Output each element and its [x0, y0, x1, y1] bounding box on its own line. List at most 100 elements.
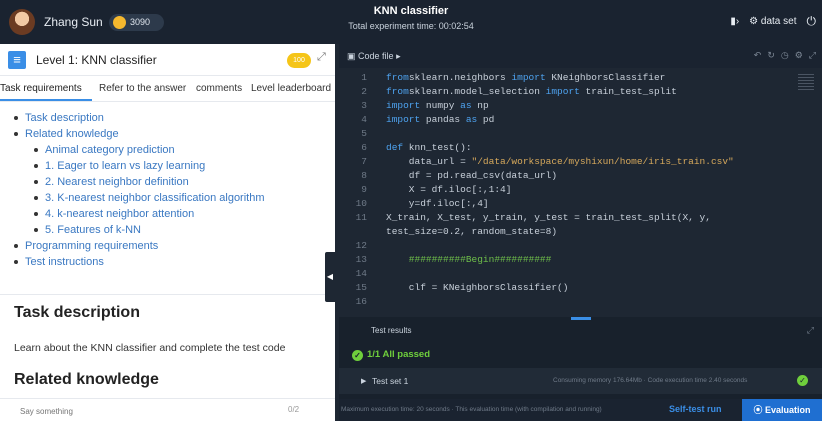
code-token: np [471, 100, 489, 111]
code-line[interactable]: 14 [339, 267, 822, 281]
comment-input[interactable] [20, 404, 310, 418]
toc-item[interactable]: 5. Features of k-NN [34, 222, 265, 238]
code-file-tab[interactable]: ▣ Code file ▸ [347, 51, 401, 62]
bullet-icon [14, 244, 18, 248]
level-title: Level 1: KNN classifier [36, 53, 157, 67]
history-icon[interactable]: ◷ [781, 50, 789, 61]
tab-task-requirements[interactable]: Task requirements [0, 83, 82, 94]
code-line[interactable]: 11 X_train, X_test, y_train, y_test = tra… [339, 211, 822, 225]
code-token: def [386, 142, 404, 153]
toc-item[interactable]: Related knowledge [14, 126, 265, 142]
code-token: ##########Begin########## [386, 254, 552, 265]
code-line[interactable]: 13 ##########Begin########## [339, 253, 822, 267]
settings-icon[interactable]: ⚙ [795, 50, 803, 61]
toc-item-label: Test instructions [25, 256, 104, 268]
power-icon[interactable]: ⏻ [807, 14, 817, 29]
code-line[interactable]: test_size=0.2, random_state=8) [339, 225, 822, 239]
toc-item[interactable]: 4. k-nearest neighbor attention [34, 206, 265, 222]
toc-item[interactable]: 3. K-nearest neighbor classification alg… [34, 190, 265, 206]
code-panel: ▣ Code file ▸ ↶ ↻ ◷ ⚙ ⤢ 1 fromsklearn.nei… [339, 44, 822, 421]
bullet-icon [14, 116, 18, 120]
code-text: X_train, X_test, y_train, y_test = train… [386, 211, 711, 225]
undo-icon[interactable]: ↶ [754, 50, 762, 61]
execution-info: Maximum execution time: 20 seconds · Thi… [341, 406, 602, 413]
tab-comments[interactable]: comments [196, 83, 242, 94]
code-token: import [386, 100, 421, 111]
code-text: X = df.iloc[:,1:4] [386, 183, 512, 197]
toc-item-label: 1. Eager to learn vs lazy learning [45, 160, 206, 172]
code-editor[interactable]: 1 fromsklearn.neighbors import KNeighbors… [339, 71, 822, 317]
line-number: 8 [361, 170, 367, 181]
code-line[interactable]: 6 def knn_test(): [339, 141, 822, 155]
menu-icon[interactable]: ≡ [8, 51, 26, 69]
tab-refer-answer[interactable]: Refer to the answer [99, 83, 186, 94]
table-of-contents: Task description Related knowledge Animal … [14, 110, 265, 270]
code-line[interactable]: 12 [339, 239, 822, 253]
refresh-icon[interactable]: ↻ [767, 50, 775, 61]
coin-count: 3090 [130, 17, 151, 27]
code-line[interactable]: 9 X = df.iloc[:,1:4] [339, 183, 822, 197]
coin-icon [113, 16, 126, 29]
test-set-name: Test set 1 [372, 376, 409, 386]
toc-item[interactable]: Animal category prediction [34, 142, 265, 158]
expand-results-icon[interactable]: ⤢ [807, 325, 814, 336]
sound-icon[interactable]: ▮› [730, 16, 739, 27]
line-number: 9 [361, 184, 367, 195]
avatar[interactable] [9, 9, 35, 35]
dataset-button[interactable]: ⚙ data set [749, 16, 796, 27]
evaluation-label: Evaluation [765, 405, 811, 415]
line-number: 4 [361, 114, 367, 125]
code-line[interactable]: 8 df = pd.read_csv(data_url) [339, 169, 822, 183]
line-number: 16 [355, 296, 367, 307]
code-line[interactable]: 1 fromsklearn.neighbors import KNeighbors… [339, 71, 822, 85]
collapse-panel-handle[interactable]: ◀ [325, 252, 335, 302]
code-line[interactable]: 4 import pandas as pd [339, 113, 822, 127]
bullet-icon [34, 164, 38, 168]
test-results-panel: Test results ⤢ ✓ 1/1 All passed ▶ Test se… [339, 317, 822, 421]
toc-item-label: 5. Features of k-NN [45, 224, 141, 236]
section-title-related-knowledge: Related knowledge [14, 371, 159, 388]
code-line[interactable]: 5 [339, 127, 822, 141]
comment-bar: 0/2 [0, 398, 335, 421]
code-line[interactable]: 3 import numpy as np [339, 99, 822, 113]
resize-handle[interactable] [571, 317, 591, 320]
fullscreen-icon[interactable]: ⤢ [809, 50, 816, 61]
bullet-icon [34, 196, 38, 200]
coin-badge[interactable]: 3090 [109, 14, 164, 31]
toc-item[interactable]: 2. Nearest neighbor definition [34, 174, 265, 190]
line-number: 14 [355, 268, 367, 279]
code-token: test_size=0.2, random_state=8) [386, 226, 558, 237]
username[interactable]: Zhang Sun [44, 15, 103, 29]
bullet-icon [34, 212, 38, 216]
test-set-info: Consuming memory 176.64Mb · Code executi… [553, 377, 748, 384]
code-line[interactable]: 10 y=df.iloc[:,4] [339, 197, 822, 211]
code-line[interactable]: 15 clf = KNeighborsClassifier() [339, 281, 822, 295]
tab-leaderboard[interactable]: Level leaderboard [251, 83, 331, 94]
code-text: y=df.iloc[:,4] [386, 197, 489, 211]
code-token: knn_test(): [403, 142, 472, 153]
evaluation-button[interactable]: ⦿ Evaluation [742, 399, 822, 421]
toc-item[interactable]: Programming requirements [14, 238, 265, 254]
file-icon: ▣ [347, 51, 356, 61]
bullet-icon [14, 132, 18, 136]
line-number: 7 [361, 156, 367, 167]
toc-item[interactable]: Test instructions [14, 254, 265, 270]
code-text: test_size=0.2, random_state=8) [386, 225, 557, 239]
code-text: ##########Begin########## [386, 253, 552, 267]
code-line[interactable]: 7 data_url = "/data/workspace/myshixun/h… [339, 155, 822, 169]
code-token: df = pd.read_csv(data_url) [386, 170, 558, 181]
bullet-icon [14, 260, 18, 264]
section-text-task-description: Learn about the KNN classifier and compl… [14, 342, 286, 354]
toc-item[interactable]: Task description [14, 110, 265, 126]
code-line[interactable]: 16 [339, 295, 822, 309]
expand-icon[interactable]: ⤢ [317, 51, 326, 64]
line-number: 1 [361, 72, 367, 83]
line-number: 13 [355, 254, 367, 265]
code-minimap[interactable] [798, 74, 814, 92]
code-line[interactable]: 2 fromsklearn.model_selection import trai… [339, 85, 822, 99]
toc-item[interactable]: 1. Eager to learn vs lazy learning [34, 158, 265, 174]
test-set-row[interactable]: ▶ Test set 1 Consuming memory 176.64Mb ·… [339, 368, 822, 394]
line-number: 5 [361, 128, 367, 139]
self-test-button[interactable]: Self-test run [669, 404, 722, 414]
chevron-right-icon: ▶ [361, 378, 367, 385]
